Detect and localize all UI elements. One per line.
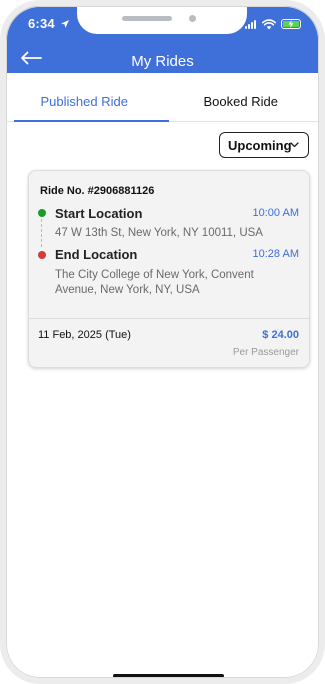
ride-price: $ 24.00 — [262, 329, 299, 341]
ride-card[interactable]: Ride No. #2906881126 Start Location 10:0… — [28, 170, 310, 368]
end-location-title: End Location — [55, 247, 138, 262]
app-header: 6:34 My Rides — [6, 6, 319, 73]
ride-filter-dropdown[interactable]: Upcoming — [219, 132, 309, 158]
status-icons — [245, 18, 301, 30]
charging-bolt-icon — [288, 20, 294, 28]
end-address: The City College of New York, Convent Av… — [55, 269, 254, 296]
tab-published-ride[interactable]: Published Ride — [6, 84, 163, 122]
tab-booked-ride[interactable]: Booked Ride — [163, 84, 320, 122]
wifi-icon — [262, 18, 276, 29]
ride-number: Ride No. #2906881126 — [40, 185, 155, 197]
filter-selected-label: Upcoming — [228, 138, 292, 153]
phone-frame: 6:34 My Rides Published Ride Booked Ride… — [0, 0, 325, 684]
ride-date: 11 Feb, 2025 (Tue) — [38, 329, 131, 341]
active-tab-indicator — [14, 120, 169, 122]
device-notch — [77, 6, 247, 34]
start-location-title: Start Location — [55, 206, 143, 221]
card-divider — [29, 318, 309, 319]
location-arrow-icon — [61, 20, 69, 28]
status-bar: 6:34 — [6, 6, 319, 36]
status-time: 6:34 — [28, 16, 55, 31]
ride-tabs: Published Ride Booked Ride — [6, 84, 319, 122]
start-time: 10:00 AM — [252, 207, 299, 219]
end-location-dot — [38, 251, 46, 259]
price-caption: Per Passenger — [232, 347, 299, 358]
notch-camera — [189, 15, 196, 22]
notch-speaker — [122, 16, 172, 21]
battery-fill — [283, 20, 299, 28]
home-indicator — [113, 674, 224, 678]
end-time: 10:28 AM — [252, 248, 299, 260]
page-title: My Rides — [131, 53, 194, 70]
route-connector-line — [41, 219, 42, 247]
battery-charging-icon — [281, 19, 301, 29]
signal-icon — [245, 19, 257, 29]
chevron-down-icon — [290, 142, 299, 148]
start-location-dot — [38, 209, 46, 217]
start-address: 47 W 13th St, New York, NY 10011, USA — [55, 227, 263, 239]
